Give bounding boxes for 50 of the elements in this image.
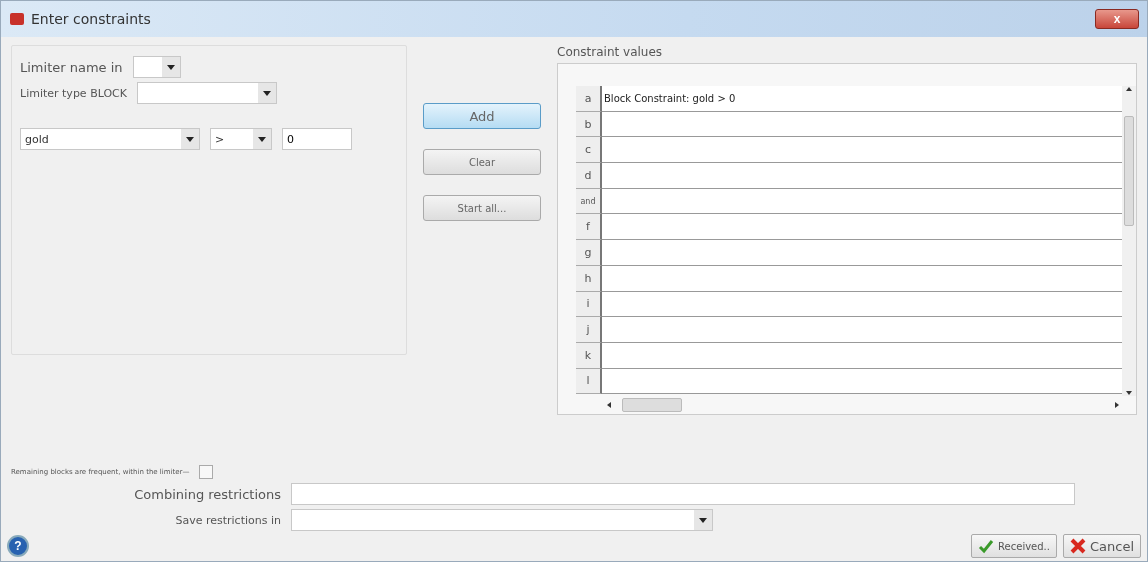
table-cell[interactable] bbox=[602, 342, 1122, 369]
help-button[interactable]: ? bbox=[7, 535, 29, 557]
table-cell[interactable] bbox=[602, 291, 1122, 318]
operator-dropdown[interactable]: > bbox=[210, 128, 272, 150]
row-header: d bbox=[576, 163, 602, 189]
row-header: a bbox=[576, 86, 602, 112]
app-icon bbox=[9, 11, 25, 27]
row-header: i bbox=[576, 291, 602, 318]
group-title: Constraint values bbox=[557, 45, 664, 59]
action-button[interactable]: Add bbox=[423, 103, 541, 129]
table-cell[interactable] bbox=[602, 265, 1122, 292]
table-cell[interactable] bbox=[602, 317, 1122, 343]
scroll-thumb[interactable] bbox=[1124, 116, 1134, 226]
action-button[interactable]: Clear bbox=[423, 149, 541, 175]
row-header: and bbox=[576, 188, 602, 215]
limiter-type-label: Limiter type BLOCK bbox=[20, 86, 127, 100]
table-cell[interactable] bbox=[602, 368, 1122, 395]
scroll-arrow-icon[interactable] bbox=[606, 402, 612, 408]
table-cell[interactable] bbox=[602, 163, 1122, 189]
close-button[interactable]: x bbox=[1095, 9, 1139, 29]
table-cell[interactable] bbox=[602, 188, 1122, 215]
table-cell[interactable] bbox=[602, 137, 1122, 164]
row-header: k bbox=[576, 342, 602, 369]
save-restrictions-label: Save restrictions in bbox=[175, 513, 281, 527]
row-header: j bbox=[576, 317, 602, 343]
row-header: g bbox=[576, 240, 602, 266]
limiter-name-label: Limiter name in bbox=[20, 59, 123, 75]
scroll-arrow-icon[interactable] bbox=[1126, 86, 1132, 92]
table-cell[interactable] bbox=[602, 240, 1122, 266]
field-dropdown[interactable]: gold bbox=[20, 128, 200, 150]
checkmark-icon bbox=[978, 538, 995, 554]
cancel-button[interactable]: Cancel bbox=[1062, 534, 1141, 558]
value-field[interactable]: 0 bbox=[282, 128, 352, 150]
row-header: c bbox=[576, 137, 602, 164]
row-header: b bbox=[576, 111, 602, 138]
cross-icon bbox=[1069, 538, 1086, 554]
received-button[interactable]: Received.. bbox=[971, 534, 1057, 558]
row-header: h bbox=[576, 265, 602, 292]
combining-restrictions-field[interactable] bbox=[291, 483, 1075, 505]
scroll-thumb[interactable] bbox=[622, 398, 682, 412]
window-title: Enter constraints bbox=[31, 11, 152, 27]
table-cell[interactable] bbox=[602, 111, 1122, 138]
table-cell[interactable]: Block Constraint: gold > 0 bbox=[602, 86, 1122, 112]
row-header: f bbox=[576, 214, 602, 241]
checkbox[interactable] bbox=[199, 465, 214, 479]
vertical-scrollbar[interactable] bbox=[1122, 86, 1136, 396]
combining-restrictions-label: Combining restrictions bbox=[134, 486, 281, 502]
row-header: l bbox=[576, 368, 602, 395]
table-cell[interactable] bbox=[602, 214, 1122, 241]
action-button[interactable]: Start all... bbox=[423, 195, 541, 221]
